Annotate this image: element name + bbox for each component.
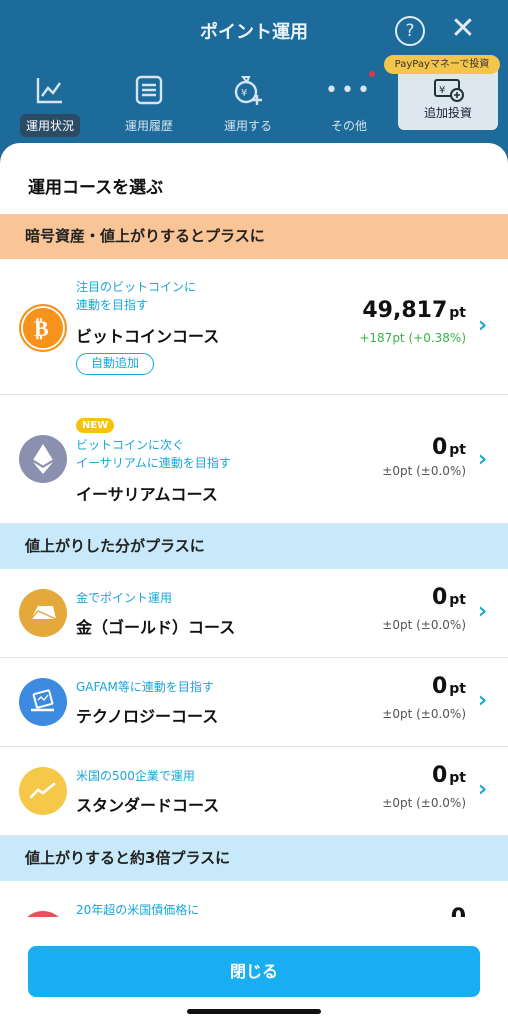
course-sub: 金でポイント運用 bbox=[76, 591, 173, 605]
course-change: ±0pt (±0.0%) bbox=[382, 464, 466, 478]
nav-history[interactable]: 運用履歴 bbox=[104, 72, 194, 137]
nav-other[interactable]: ••• その他 bbox=[304, 72, 394, 137]
svg-text:¥: ¥ bbox=[241, 88, 247, 99]
nav-invest[interactable]: ¥ 運用する bbox=[203, 72, 293, 137]
course-item-standard[interactable]: 米国の500企業で運用 スタンダードコース 0 pt ±0pt (±0.0%) › bbox=[0, 747, 508, 836]
chart-up-icon bbox=[19, 767, 67, 815]
course-sub: 連動を目指す bbox=[76, 298, 149, 312]
course-sub: イーサリアムに連動を目指す bbox=[76, 456, 231, 470]
course-change: ±0pt (±0.0%) bbox=[382, 796, 466, 810]
close-button[interactable]: 閉じる bbox=[28, 946, 480, 997]
chevron-right-icon: › bbox=[478, 447, 488, 472]
bitcoin-icon: ₿ bbox=[19, 304, 67, 352]
paypay-badge: PayPayマネーで投資 bbox=[384, 55, 500, 74]
line-chart-icon bbox=[5, 72, 95, 108]
course-name: テクノロジーコース bbox=[76, 707, 219, 726]
course-sub: 注目のビットコインに bbox=[76, 280, 197, 294]
section-triple: 値上がりすると約3倍プラスに bbox=[0, 836, 508, 881]
course-value: 49,817 pt bbox=[362, 298, 466, 323]
svg-text:¥: ¥ bbox=[439, 85, 445, 96]
gold-bar-icon bbox=[19, 589, 67, 637]
course-value: 0 pt bbox=[431, 763, 466, 788]
notification-dot bbox=[369, 71, 375, 77]
course-value: 0 pt bbox=[431, 674, 466, 699]
nav-status[interactable]: 運用状況 bbox=[5, 72, 95, 137]
new-badge: NEW bbox=[76, 418, 115, 433]
chevron-right-icon: › bbox=[478, 688, 488, 713]
nav-history-label: 運用履歴 bbox=[124, 119, 173, 133]
course-name: イーサリアムコース bbox=[76, 485, 218, 504]
svg-text:₿: ₿ bbox=[34, 317, 49, 342]
auto-add-button[interactable]: 自動追加 bbox=[76, 353, 155, 375]
section-rise: 値上がりした分がプラスに bbox=[0, 524, 508, 569]
close-icon[interactable]: ✕ bbox=[448, 14, 478, 44]
course-sub: ビットコインに次ぐ bbox=[76, 438, 185, 452]
background-title: ポイント運用 bbox=[200, 22, 308, 43]
course-item-technology[interactable]: GAFAM等に連動を目指す テクノロジーコース 0 pt ±0pt (±0.0%)… bbox=[0, 658, 508, 747]
course-item-gold[interactable]: 金でポイント運用 金（ゴールド）コース 0 pt ±0pt (±0.0%) › bbox=[0, 569, 508, 658]
chevron-right-icon: › bbox=[478, 777, 488, 802]
course-name: ビットコインコース bbox=[76, 327, 220, 346]
yen-card-icon: ¥ bbox=[434, 78, 464, 106]
course-select-sheet: 運用コースを選ぶ 暗号資産・値上がりするとプラスに ₿ 注目のビットコインに 連… bbox=[0, 143, 508, 1024]
nav-status-label: 運用状況 bbox=[19, 114, 80, 137]
paypay-invest-label: 追加投資 bbox=[423, 106, 472, 120]
section-crypto: 暗号資産・値上がりするとプラスに bbox=[0, 214, 508, 259]
laptop-icon bbox=[19, 678, 67, 726]
course-value: 0 pt bbox=[431, 435, 466, 460]
course-change: ±0pt (±0.0%) bbox=[382, 707, 466, 721]
home-indicator bbox=[187, 1009, 321, 1014]
money-bag-plus-icon: ¥ bbox=[203, 72, 293, 108]
help-icon[interactable]: ? bbox=[395, 16, 425, 46]
chevron-right-icon: › bbox=[478, 599, 488, 624]
course-sub: 米国の500企業で運用 bbox=[76, 769, 195, 783]
sheet-footer: 閉じる bbox=[0, 917, 508, 1024]
more-icon: ••• bbox=[325, 77, 373, 103]
sheet-title: 運用コースを選ぶ bbox=[28, 178, 164, 198]
course-change: ±0pt (±0.0%) bbox=[382, 618, 466, 632]
course-value: 0 pt bbox=[431, 585, 466, 610]
course-name: 金（ゴールド）コース bbox=[76, 618, 236, 637]
list-icon bbox=[104, 72, 194, 108]
ethereum-icon bbox=[19, 435, 67, 483]
chevron-right-icon: › bbox=[478, 313, 488, 338]
course-change: +187pt (+0.38%) bbox=[359, 331, 466, 345]
course-sub: GAFAM等に連動を目指す bbox=[76, 680, 214, 694]
nav-other-label: その他 bbox=[330, 119, 367, 133]
course-item-bitcoin[interactable]: ₿ 注目のビットコインに 連動を目指す ビットコインコース 自動追加 49,81… bbox=[0, 259, 508, 395]
background-header: ポイント運用 ? ✕ bbox=[0, 0, 508, 62]
nav-invest-label: 運用する bbox=[223, 119, 272, 133]
course-item-ethereum[interactable]: NEW ビットコインに次ぐ イーサリアムに連動を目指す イーサリアムコース 0p… bbox=[0, 395, 508, 524]
course-name: スタンダードコース bbox=[76, 796, 220, 815]
